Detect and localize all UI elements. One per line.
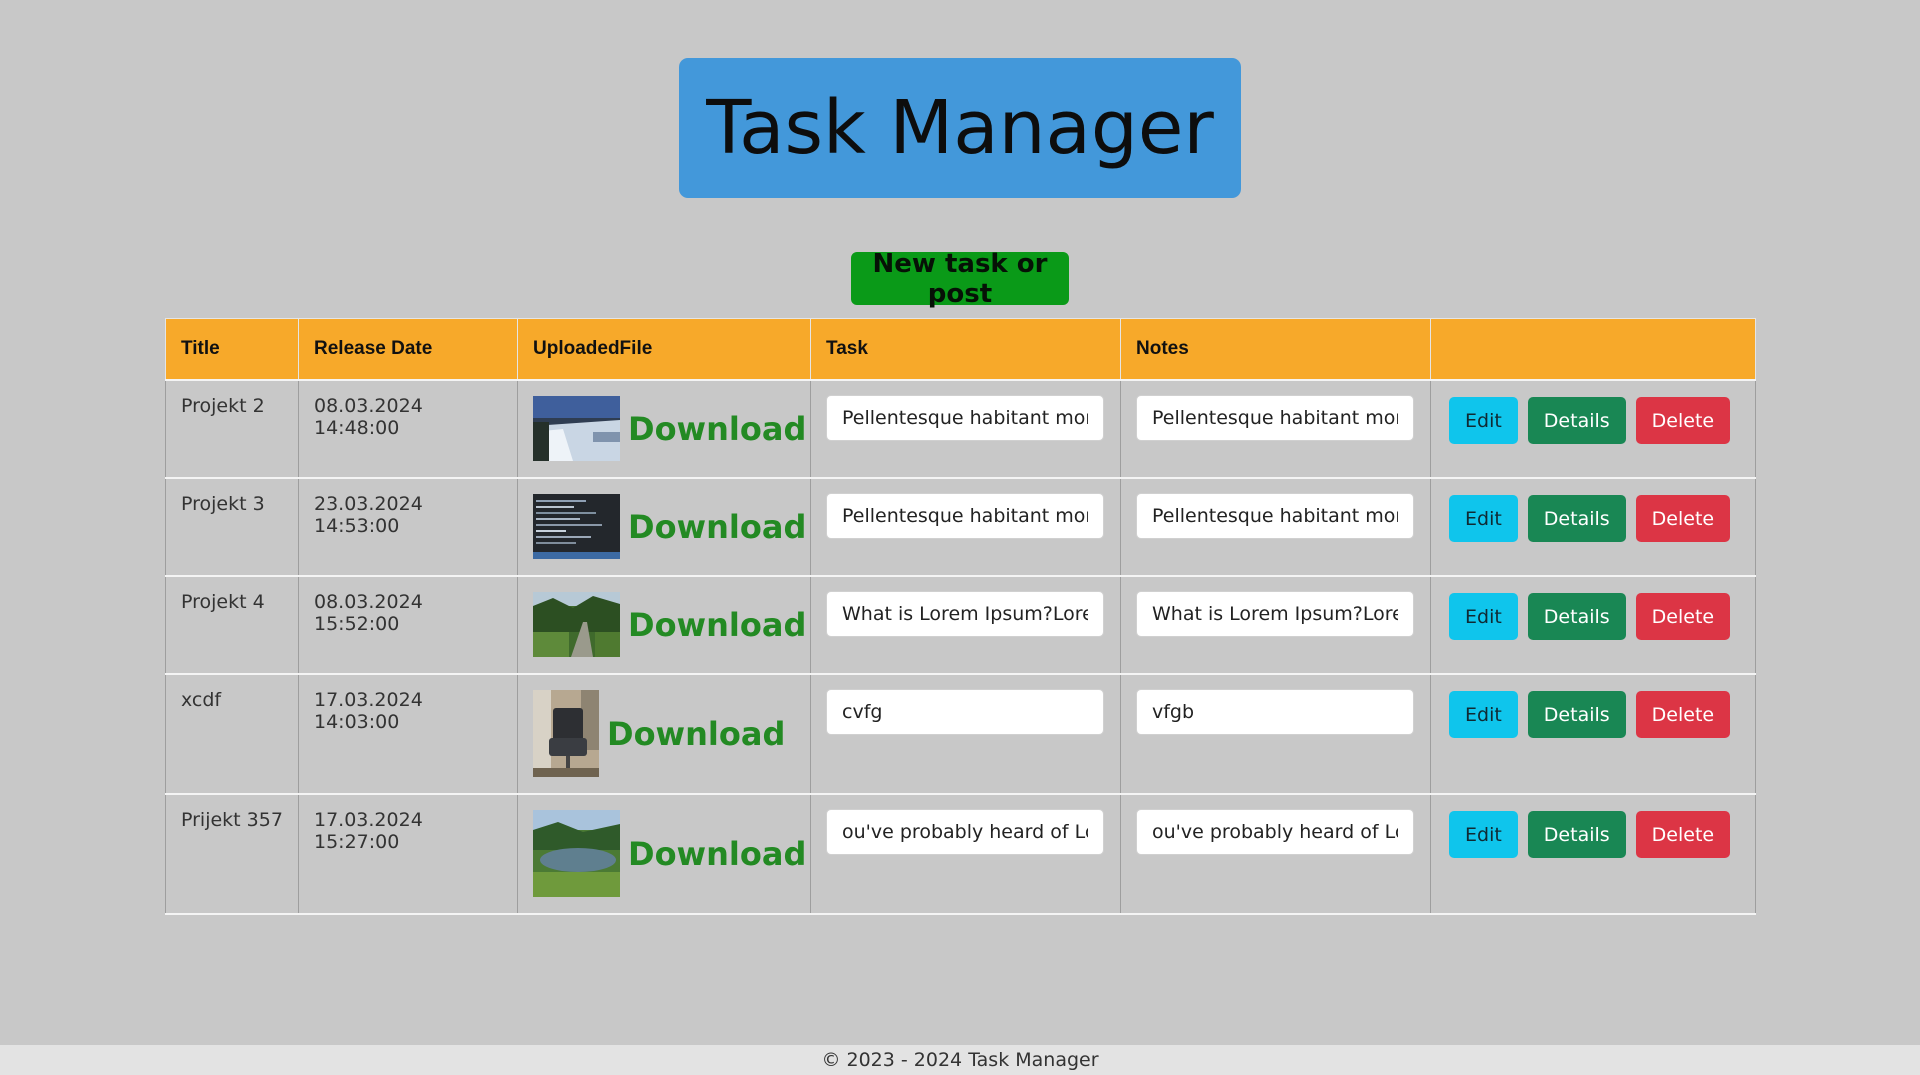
notes-field[interactable] <box>1136 395 1414 441</box>
cell-release-date: 08.03.2024 14:48:00 <box>298 379 518 479</box>
details-button[interactable]: Details <box>1527 691 1626 738</box>
edit-button[interactable]: Edit <box>1449 811 1518 858</box>
cell-actions: Edit Details Delete <box>1430 379 1756 479</box>
winter-lake-thumbnail[interactable] <box>533 396 620 461</box>
cell-actions: Edit Details Delete <box>1430 793 1756 915</box>
column-header-notes[interactable]: Notes <box>1120 318 1431 381</box>
edit-button[interactable]: Edit <box>1449 593 1518 640</box>
delete-button[interactable]: Delete <box>1635 691 1731 738</box>
table-row: Prijekt 357 17.03.2024 15:27:00 Download <box>165 793 1756 915</box>
table-row: Projekt 2 08.03.2024 14:48:00 Download P… <box>165 379 1756 479</box>
edit-button[interactable]: Edit <box>1449 495 1518 542</box>
download-link[interactable]: Download <box>628 410 806 448</box>
code-screen-thumbnail[interactable] <box>533 494 620 559</box>
task-field[interactable] <box>826 591 1104 637</box>
cell-uploaded-file: Download <box>517 379 811 479</box>
details-button[interactable]: Details <box>1527 397 1626 444</box>
cell-title: Projekt 4 <box>165 575 299 675</box>
table-row: Projekt 4 08.03.2024 15:52:00 Download W… <box>165 575 1756 675</box>
details-button[interactable]: Details <box>1527 811 1626 858</box>
cell-release-date: 23.03.2024 14:53:00 <box>298 477 518 577</box>
cell-task <box>810 673 1121 795</box>
cell-title: Projekt 2 <box>165 379 299 479</box>
column-header-actions <box>1430 318 1756 381</box>
column-header-uploaded-file[interactable]: UploadedFile <box>517 318 811 381</box>
task-field[interactable] <box>826 493 1104 539</box>
page-footer: © 2023 - 2024 Task Manager <box>0 1045 1920 1075</box>
cell-notes <box>1120 575 1431 675</box>
cell-title: Prijekt 357 <box>165 793 299 915</box>
cell-actions: Edit Details Delete <box>1430 575 1756 675</box>
edit-button[interactable]: Edit <box>1449 691 1518 738</box>
forest-road-thumbnail[interactable] <box>533 592 620 657</box>
cell-release-date: 08.03.2024 15:52:00 <box>298 575 518 675</box>
delete-button[interactable]: Delete <box>1635 397 1731 444</box>
cell-notes <box>1120 477 1431 577</box>
cell-task <box>810 477 1121 577</box>
edit-button[interactable]: Edit <box>1449 397 1518 444</box>
table-header-row: Title Release Date UploadedFile Task Not… <box>165 318 1756 381</box>
pond-thumbnail[interactable] <box>533 810 620 897</box>
app-header: Task Manager <box>679 58 1241 198</box>
cell-actions: Edit Details Delete <box>1430 673 1756 795</box>
details-button[interactable]: Details <box>1527 593 1626 640</box>
footer-text: © 2023 - 2024 Task Manager <box>821 1049 1099 1071</box>
tasks-table: Title Release Date UploadedFile Task Not… <box>165 318 1756 915</box>
cell-uploaded-file: Download <box>517 575 811 675</box>
cell-title: xcdf <box>165 673 299 795</box>
column-header-title[interactable]: Title <box>165 318 299 381</box>
cell-notes <box>1120 793 1431 915</box>
cell-notes <box>1120 379 1431 479</box>
column-header-task[interactable]: Task <box>810 318 1121 381</box>
download-link[interactable]: Download <box>607 715 785 753</box>
cell-notes <box>1120 673 1431 795</box>
download-link[interactable]: Download <box>628 508 806 546</box>
notes-field[interactable] <box>1136 591 1414 637</box>
delete-button[interactable]: Delete <box>1635 495 1731 542</box>
task-field[interactable] <box>826 689 1104 735</box>
cell-release-date: 17.03.2024 15:27:00 <box>298 793 518 915</box>
download-link[interactable]: Download <box>628 835 806 873</box>
delete-button[interactable]: Delete <box>1635 593 1731 640</box>
notes-field[interactable] <box>1136 809 1414 855</box>
table-row: xcdf 17.03.2024 14:03:00 Download cvfg v… <box>165 673 1756 795</box>
delete-button[interactable]: Delete <box>1635 811 1731 858</box>
cell-actions: Edit Details Delete <box>1430 477 1756 577</box>
notes-field[interactable] <box>1136 689 1414 735</box>
column-header-release-date[interactable]: Release Date <box>298 318 518 381</box>
office-chair-thumbnail[interactable] <box>533 690 599 777</box>
cell-uploaded-file: Download <box>517 477 811 577</box>
cell-task <box>810 575 1121 675</box>
cell-task <box>810 379 1121 479</box>
notes-field[interactable] <box>1136 493 1414 539</box>
task-field[interactable] <box>826 395 1104 441</box>
cell-task <box>810 793 1121 915</box>
table-row: Projekt 3 23.03.2024 14:53:00 Download P… <box>165 477 1756 577</box>
cell-release-date: 17.03.2024 14:03:00 <box>298 673 518 795</box>
cell-uploaded-file: Download <box>517 673 811 795</box>
task-field[interactable] <box>826 809 1104 855</box>
cell-title: Projekt 3 <box>165 477 299 577</box>
page-title: Task Manager <box>706 85 1214 171</box>
download-link[interactable]: Download <box>628 606 806 644</box>
details-button[interactable]: Details <box>1527 495 1626 542</box>
new-task-button[interactable]: New task or post <box>851 249 1069 309</box>
cell-uploaded-file: Download <box>517 793 811 915</box>
